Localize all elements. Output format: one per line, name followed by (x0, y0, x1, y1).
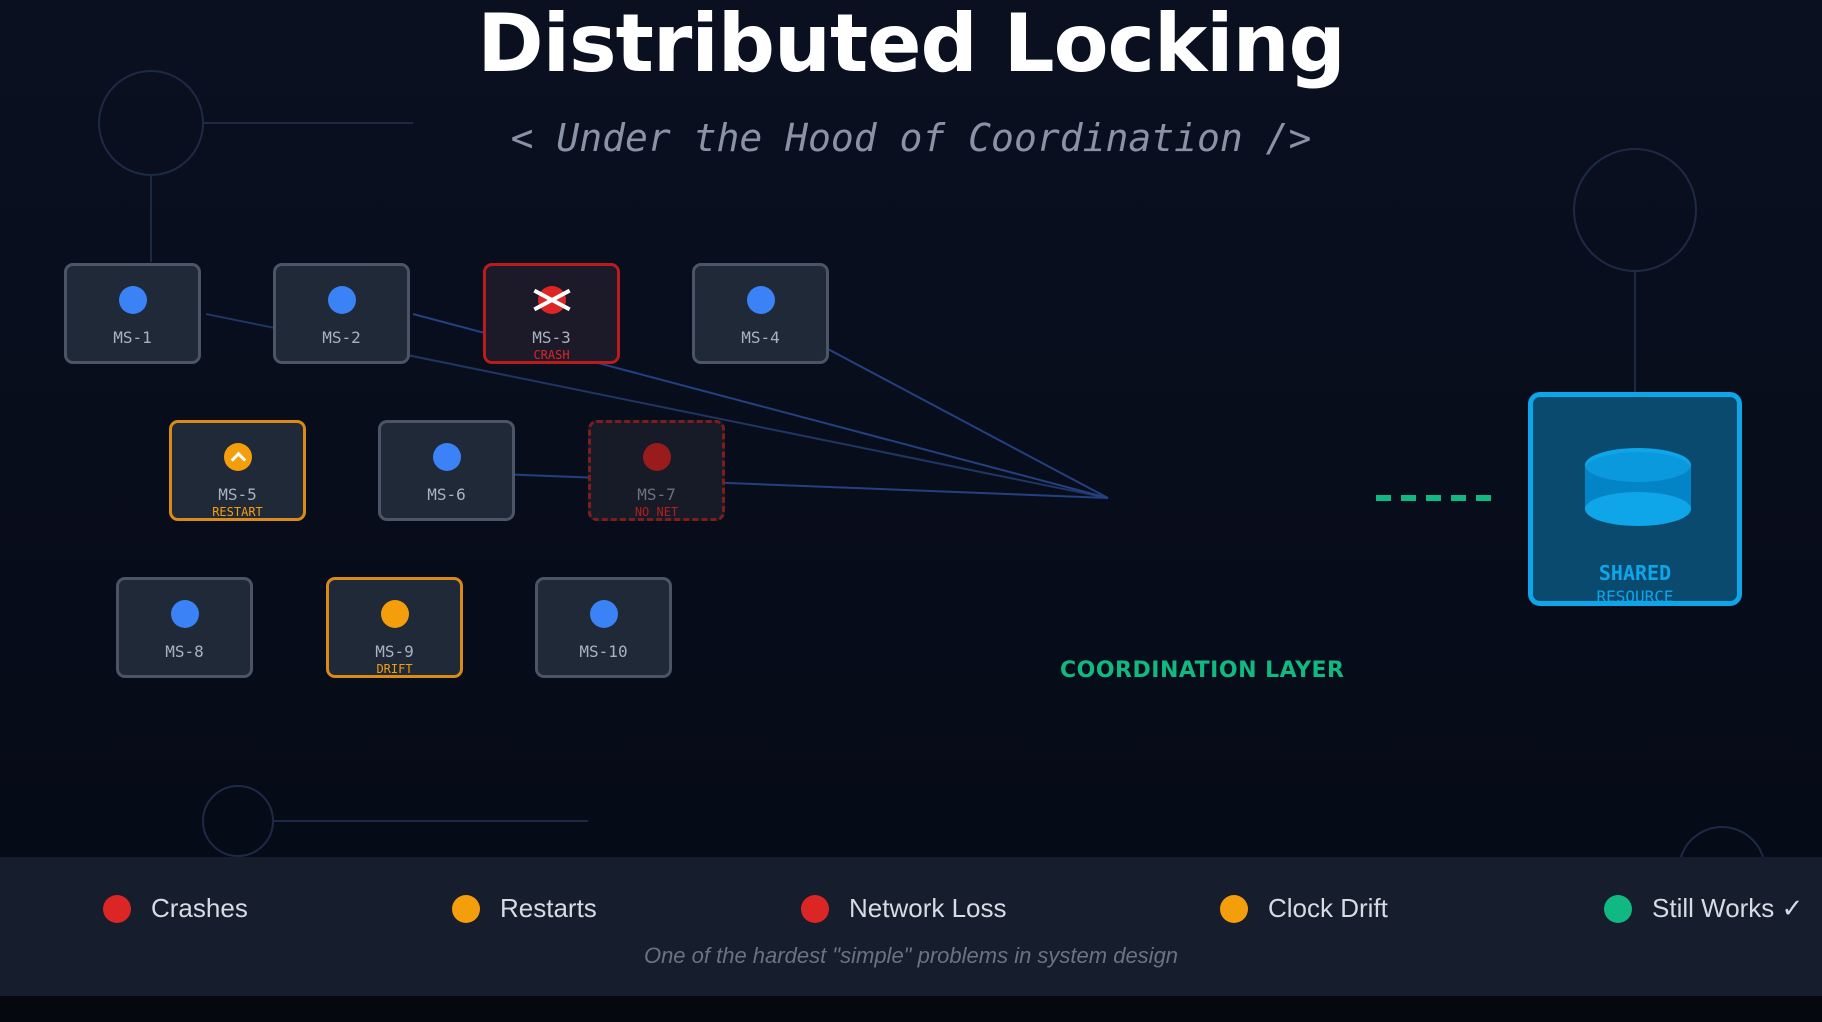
node-status: NO NET (634, 505, 679, 519)
node-status: DRIFT (376, 662, 413, 676)
status-dot-icon (170, 600, 199, 628)
legend-label: Still Works ✓ (1652, 893, 1804, 923)
legend-label: Network Loss (849, 893, 1007, 923)
service-node-ms-1: MS-1 (64, 263, 201, 364)
legend-bar: Crashes Restarts Network Loss Clock Drif… (0, 857, 1822, 996)
clock-drift-icon (378, 600, 411, 628)
service-node-ms-5: MS-5 RESTART (169, 420, 306, 521)
legend-dot-icon (1220, 895, 1248, 923)
node-label: MS-9 (375, 642, 414, 661)
legend-label: Restarts (500, 893, 597, 923)
node-label: MS-8 (165, 642, 204, 661)
crash-x-icon (537, 286, 566, 314)
status-dot-icon (432, 443, 461, 471)
status-dot-icon (118, 286, 147, 314)
node-status: RESTART (212, 505, 263, 519)
service-node-ms-10: MS-10 (535, 577, 672, 678)
page-subtitle: < Under the Hood of Coordination /> (510, 116, 1312, 160)
shared-resource: SHARED RESOURCE (1528, 392, 1742, 606)
node-label: MS-3 (532, 328, 571, 347)
service-node-ms-8: MS-8 (116, 577, 253, 678)
coordination-layer-label: COORDINATION LAYER (1060, 658, 1345, 683)
resource-title: SHARED (1598, 561, 1672, 585)
tagline: One of the hardest "simple" problems in … (643, 943, 1179, 968)
node-label: MS-4 (741, 328, 780, 347)
node-label: MS-6 (427, 485, 466, 504)
service-node-ms-4: MS-4 (692, 263, 829, 364)
node-label: MS-10 (579, 642, 628, 661)
database-icon (1585, 448, 1691, 526)
status-dot-icon (589, 600, 618, 628)
bottom-strip (0, 996, 1822, 1022)
service-node-ms-2: MS-2 (273, 263, 410, 364)
status-dot-icon (327, 286, 356, 314)
legend-dot-icon (103, 895, 131, 923)
service-node-ms-6: MS-6 (378, 420, 515, 521)
node-label: MS-1 (113, 328, 152, 347)
legend-label: Clock Drift (1268, 893, 1388, 923)
legend-dot-icon (452, 895, 480, 923)
status-dot-icon (642, 443, 671, 471)
node-label: MS-5 (218, 485, 257, 504)
service-node-ms-7: MS-7 NO NET (588, 420, 725, 521)
legend-dot-icon (801, 895, 829, 923)
status-dot-icon (746, 286, 775, 314)
resource-subtitle: RESOURCE (1596, 587, 1674, 606)
node-status: CRASH (533, 348, 570, 362)
legend-dot-icon (1604, 895, 1632, 923)
connector-line (447, 471, 1109, 499)
page-title: Distributed Locking (477, 0, 1346, 90)
node-label: MS-2 (322, 328, 361, 347)
service-node-ms-3: MS-3 CRASH (483, 263, 620, 364)
diagram-canvas: Distributed Locking < Under the Hood of … (0, 0, 1822, 1022)
restart-arrow-icon (223, 443, 252, 471)
legend-label: Crashes (151, 893, 248, 923)
node-label: MS-7 (637, 485, 676, 504)
service-node-ms-9: MS-9 DRIFT (326, 577, 463, 678)
